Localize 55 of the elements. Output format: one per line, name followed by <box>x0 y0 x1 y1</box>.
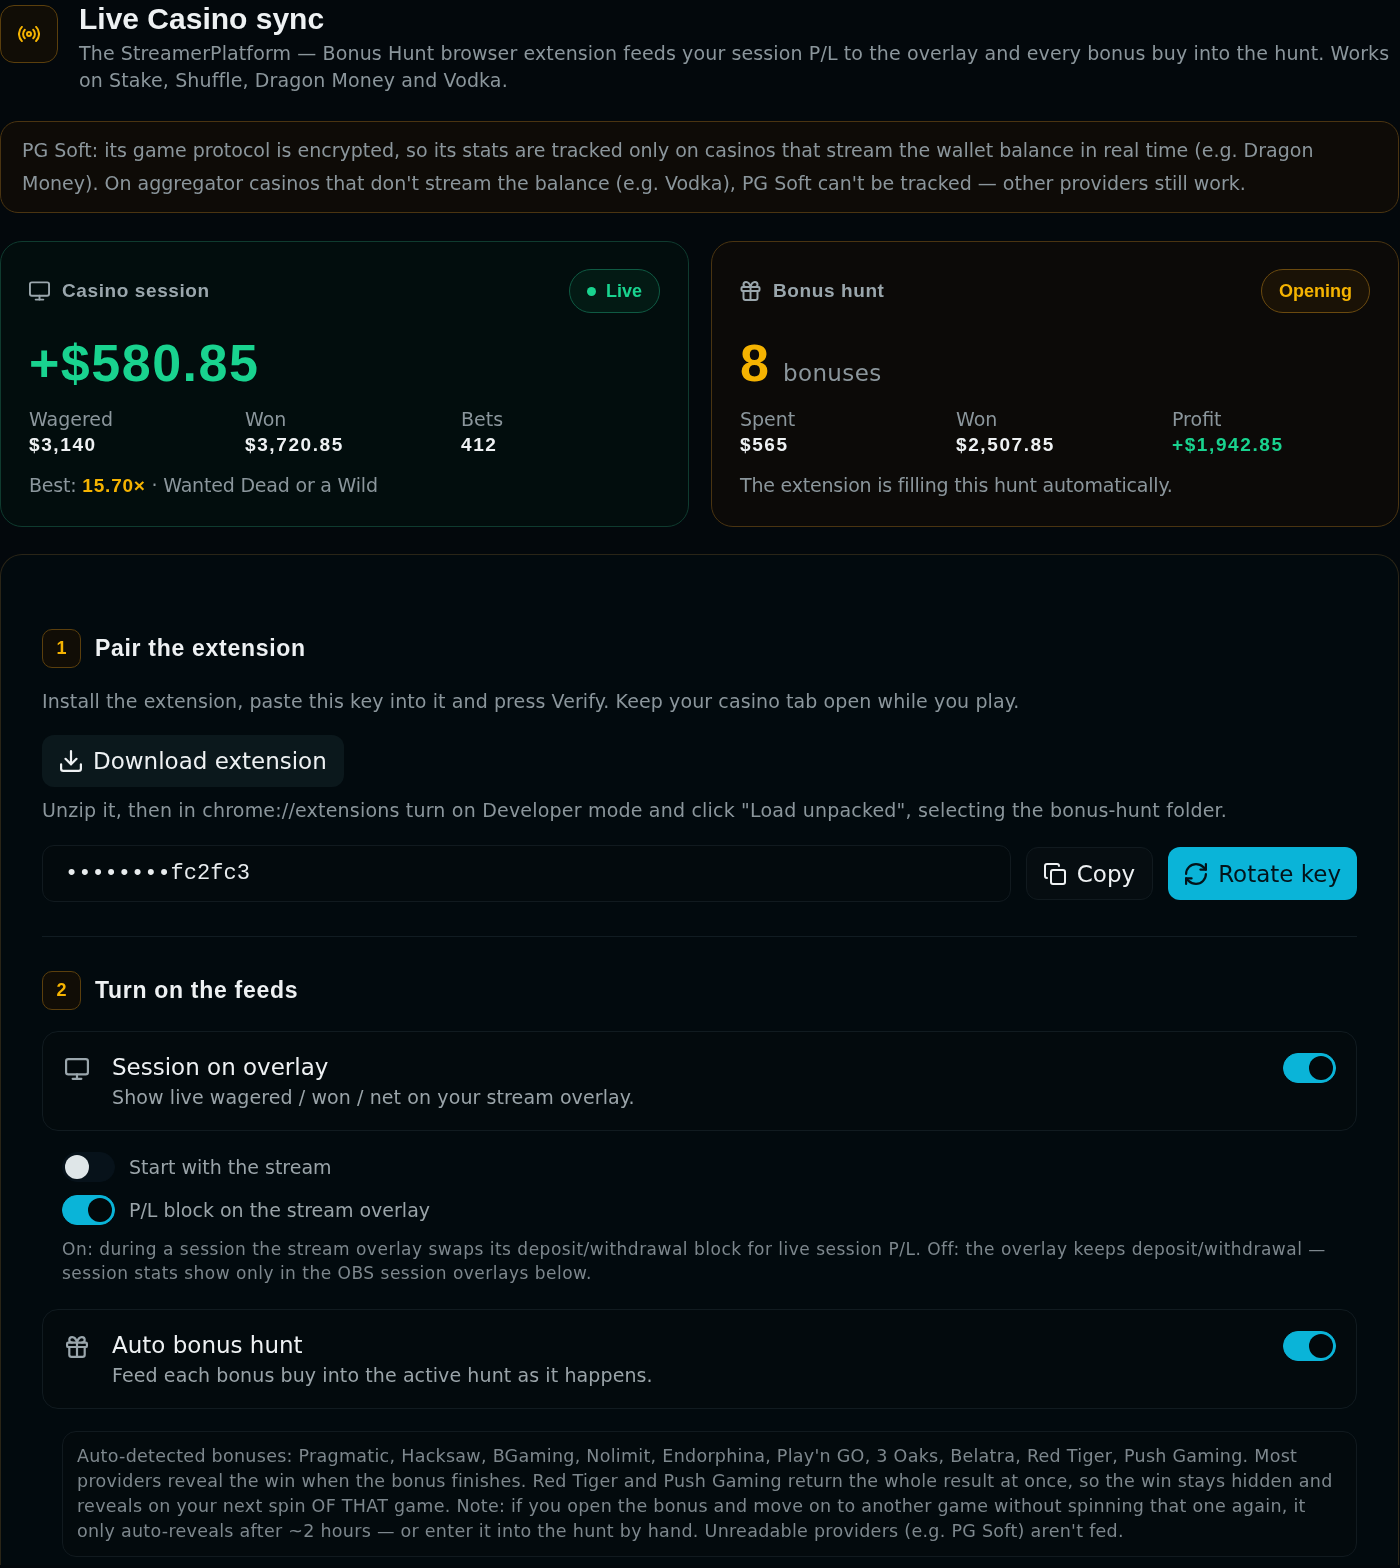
warning-notice: PG Soft: its game protocol is encrypted, so its stats are tracked only on casinos that stream the wallet balance in real time (e.g. Dragon Money). On aggregator casinos that don't stream the balance (e.g. Vodka), PG Soft can't be tracked — other providers still work. <box>0 121 1399 213</box>
broadcast-icon <box>0 5 58 63</box>
feed-title: Session on overlay <box>112 1053 330 1082</box>
step-title: Pair the extension <box>95 635 306 662</box>
stat-value: $2,507.85 <box>956 433 1056 457</box>
feed-note: On: during a session the stream overlay swaps its deposit/withdrawal block for live session P/L. Off: the overlay keeps deposit/withdrawal — session stats show only in the OBS session overlays below. <box>62 1238 1327 1285</box>
toggle-switch[interactable] <box>62 1152 115 1182</box>
stat-label: Profit <box>1172 407 1223 432</box>
step-description: Install the extension, paste this key into it and press Verify. Keep your casino tab open while you play. <box>42 689 1021 714</box>
toggle-switch[interactable] <box>62 1195 115 1225</box>
page-title: Live Casino sync <box>79 1 326 37</box>
monitor-icon <box>65 1058 89 1080</box>
gift-icon <box>740 281 761 301</box>
status-text: Live <box>605 280 642 302</box>
feed-title: Auto bonus hunt <box>112 1331 304 1360</box>
copy-button[interactable]: Copy <box>1025 847 1154 900</box>
stat-value: +$1,942.85 <box>1172 433 1285 457</box>
feed-description: Feed each bonus buy into the active hunt as it happens. <box>112 1363 654 1388</box>
net-amount: +$580.85 <box>29 335 260 391</box>
step-number: 2 <box>42 971 81 1010</box>
status-text: Opening <box>1279 280 1352 302</box>
status-dot-icon <box>586 286 596 296</box>
card-footnote: Best: 15.70× · Wanted Dead or a Wild <box>29 473 379 498</box>
page-description: The StreamerPlatform — Bonus Hunt browser extension feeds your session P/L to the overlay and every bonus buy into the hunt. Works on Stake, Shuffle, Dragon Money and Vodka. <box>79 41 1391 93</box>
download-button[interactable]: Download extension <box>42 735 344 787</box>
card-title: Casino session <box>62 280 210 302</box>
card-title: Bonus hunt <box>773 280 885 302</box>
copy-icon <box>1043 862 1066 885</box>
stat-value: $565 <box>740 433 790 457</box>
download-icon <box>60 750 82 772</box>
info-note: Auto-detected bonuses: Pragmatic, Hacksaw, BGaming, Nolimit, Endorphina, Play'n GO, 3 Oaks, Belatra, Red Tiger, Push Gaming. Most providers reveal the win when the bonus finishes. Red Tiger and Push Gaming return the whole result at once, so the win stays hidden and reveals on your next spin OF THAT game. Note: if you open the bonus and move on to another game without spinning that one again, it only auto-reveals after ~2 hours — or enter it into the hunt by hand. Unreadable providers (e.g. PG Soft) aren't fed. <box>62 1431 1357 1557</box>
count-label: bonuses <box>782 360 882 386</box>
stat-value: $3,140 <box>29 433 98 457</box>
stat-label: Wagered <box>29 407 115 432</box>
gift-icon <box>65 1336 89 1358</box>
option-label: Start with the stream <box>129 1156 332 1178</box>
step-note: Unzip it, then in chrome://extensions turn on Developer mode and click "Load unpacked", selecting the bonus-hunt folder. <box>42 798 1229 823</box>
bonus-count: 8 <box>740 335 769 391</box>
refresh-icon <box>1185 862 1208 885</box>
stat-value: 412 <box>461 433 499 457</box>
stat-label: Won <box>245 407 288 432</box>
card-footnote: The extension is filling this hunt automatically. <box>740 473 1174 498</box>
stat-label: Bets <box>461 407 505 432</box>
stat-value: $3,720.85 <box>245 433 345 457</box>
toggle-switch[interactable] <box>1283 1053 1336 1083</box>
rotate-key-button[interactable]: Rotate key <box>1168 847 1357 900</box>
feed-description: Show live wagered / won / net on your stream overlay. <box>112 1085 636 1110</box>
stat-label: Spent <box>740 407 797 432</box>
step-number: 1 <box>42 629 81 668</box>
monitor-icon <box>29 281 50 301</box>
step-title: Turn on the feeds <box>95 977 299 1004</box>
toggle-switch[interactable] <box>1283 1331 1336 1361</box>
option-label: P/L block on the stream overlay <box>129 1199 431 1221</box>
stat-label: Won <box>956 407 999 432</box>
key-field[interactable]: ••••••••fc2fc3 <box>42 845 1011 902</box>
